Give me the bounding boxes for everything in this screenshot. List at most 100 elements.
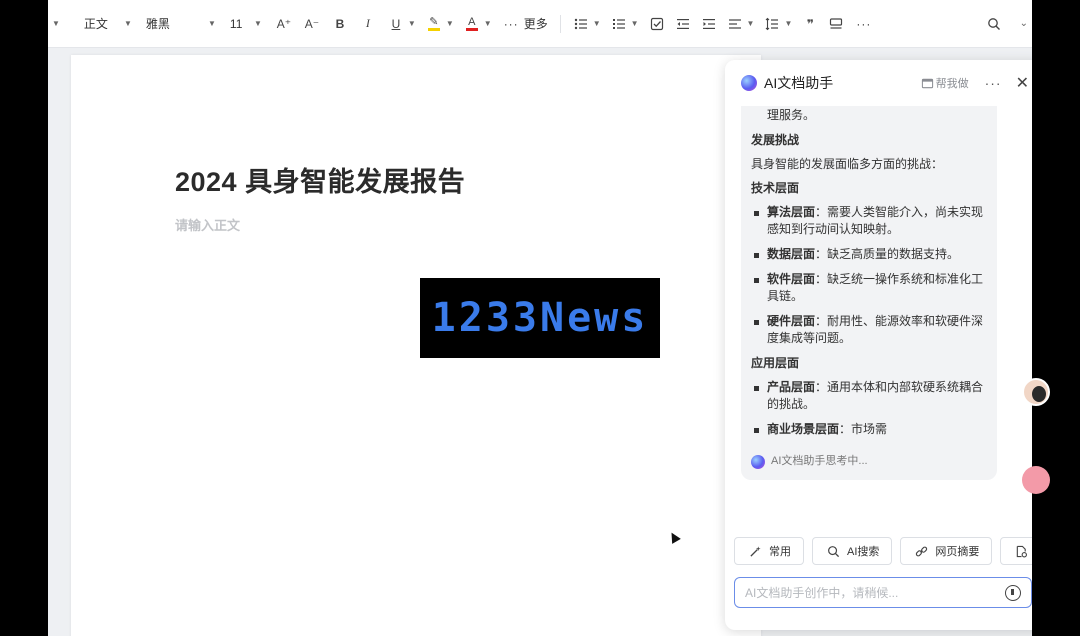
quick-action-chips: 常用 AI搜索 网页摘要 文档 — [734, 537, 1032, 565]
increase-font-button[interactable]: A⁺ — [272, 12, 296, 36]
screen-border-right — [1032, 0, 1080, 636]
thinking-indicator: AI文档助手思考中... — [751, 453, 868, 470]
line-spacing-icon — [764, 16, 780, 32]
checkbox-icon — [649, 16, 665, 32]
italic-icon: I — [365, 16, 370, 30]
chip-label: AI搜索 — [847, 546, 880, 558]
toolbar-left-caret[interactable]: ▼ — [48, 12, 64, 36]
more-button[interactable]: ··· 更多 — [500, 12, 552, 36]
chevron-down-icon: ▼ — [784, 19, 793, 28]
quote-button[interactable]: ❞ — [798, 12, 822, 36]
quote-icon: ❞ — [806, 16, 814, 31]
toolbar-collapse-button[interactable]: ⌄ — [1012, 12, 1032, 36]
bold-button[interactable]: B — [328, 12, 352, 36]
task-list-button[interactable] — [645, 12, 669, 36]
paragraph: 具身智能的发展面临多方面的挑战： — [751, 157, 944, 171]
font-family-label: 雅黑 — [145, 17, 170, 31]
web-summary-chip[interactable]: 网页摘要 — [900, 537, 993, 565]
font-decrease-icon: A⁻ — [304, 16, 320, 31]
toolbar-divider — [559, 14, 561, 33]
list-item-label: 硬件层面 — [767, 314, 816, 328]
font-size-label: 11 — [229, 16, 243, 31]
ai-orb-icon — [751, 454, 765, 469]
list-item: 算法层面：需要人类智能介入，尚未实现感知到行动间认知映射。 — [751, 204, 991, 238]
more-dots-icon: ··· — [503, 16, 519, 31]
paragraph-style-label: 正文 — [83, 17, 108, 31]
chevron-down-icon: ▼ — [445, 19, 454, 28]
underline-icon: U — [391, 16, 401, 31]
panel-title: AI文档助手 — [764, 75, 834, 91]
block-button[interactable] — [824, 12, 848, 36]
more-dots-icon: ··· — [856, 16, 872, 31]
news-watermark-image: 1233News — [420, 278, 660, 358]
highlight-button[interactable]: ✎ ▼ — [422, 12, 458, 36]
outdent-button[interactable] — [671, 12, 695, 36]
underline-button[interactable]: U ▼ — [384, 12, 420, 36]
indent-button[interactable] — [697, 12, 721, 36]
list-item-text: ：市场需 — [839, 422, 888, 436]
align-left-icon — [727, 16, 743, 32]
help-me-do-button[interactable]: 帮我做 — [920, 75, 969, 91]
stop-generation-icon[interactable] — [1005, 584, 1021, 601]
formatting-toolbar: ▼ 正文 ▼ 雅黑 ▼ 11 ▼ A⁺ A⁻ B I U ▼ ✎ ▼ A ▼ ··… — [48, 0, 1032, 48]
thinking-text: AI文档助手思考中... — [771, 455, 868, 467]
section-heading: 技术层面 — [751, 181, 800, 195]
list-item: 商业场景层面：市场需 — [751, 421, 991, 438]
section-heading: 应用层面 — [751, 356, 800, 370]
window-icon — [920, 75, 936, 91]
editor-app: ▼ 正文 ▼ 雅黑 ▼ 11 ▼ A⁺ A⁻ B I U ▼ ✎ ▼ A ▼ ··… — [48, 0, 1032, 636]
list-item: 数据层面：缺乏高质量的数据支持。 — [751, 246, 991, 263]
document-page[interactable]: 2024 具身智能发展报告 请输入正文 1233News — [71, 55, 761, 636]
ai-prompt-input[interactable]: AI文档助手创作中，请稍候... — [734, 577, 1032, 608]
chevron-down-icon: ▼ — [124, 19, 132, 28]
close-icon[interactable]: ✕ — [1016, 73, 1029, 93]
link-icon — [913, 543, 929, 559]
decrease-font-button[interactable]: A⁻ — [300, 12, 324, 36]
floating-action-button[interactable] — [1022, 466, 1050, 494]
list-item-label: 数据层面 — [767, 247, 816, 261]
search-button[interactable] — [982, 12, 1006, 36]
chevron-down-icon: ▼ — [208, 19, 216, 28]
ai-response-content: 应对老龄化问题，提供个性化的康复和护理服务。 发展挑战 具身智能的发展面临多方面… — [751, 96, 991, 446]
align-button[interactable]: ▼ — [723, 12, 759, 36]
line-spacing-button[interactable]: ▼ — [760, 12, 796, 36]
bold-icon: B — [335, 16, 345, 31]
body-placeholder[interactable]: 请输入正文 — [175, 215, 240, 234]
input-placeholder: AI文档助手创作中，请稍候... — [745, 586, 899, 600]
bullet-list-button[interactable]: ▼ — [569, 12, 605, 36]
list-item: 软件层面：缺乏统一操作系统和标准化工具链。 — [751, 271, 991, 305]
chip-label: 常用 — [769, 546, 791, 558]
magic-wand-icon — [747, 543, 763, 559]
font-color-button[interactable]: A ▼ — [460, 12, 496, 36]
list-item-label: 算法层面 — [767, 205, 816, 219]
toolbar-overflow-button[interactable]: ··· — [852, 12, 875, 36]
font-size-select[interactable]: 11 ▼ — [226, 12, 266, 36]
list-item-text: ：缺乏高质量的数据支持。 — [815, 247, 960, 261]
chevron-down-icon: ▼ — [630, 19, 639, 28]
avatar[interactable] — [1022, 378, 1050, 406]
ai-search-chip[interactable]: AI搜索 — [812, 537, 893, 565]
indent-icon — [701, 16, 717, 32]
paragraph-style-select[interactable]: 正文 ▼ — [80, 12, 136, 36]
chevron-down-icon: ▼ — [407, 19, 416, 28]
panel-header: AI文档助手 帮我做 ··· ✕ — [725, 60, 1032, 106]
italic-button[interactable]: I — [356, 12, 380, 36]
font-color-icon: A — [464, 16, 480, 32]
ai-orb-icon — [741, 75, 757, 91]
document-title[interactable]: 2024 具身智能发展报告 — [175, 160, 465, 199]
more-options-icon[interactable]: ··· — [985, 75, 1002, 91]
block-icon — [828, 16, 844, 32]
search-icon — [825, 543, 841, 559]
chevron-down-icon: ▼ — [746, 19, 755, 28]
document-chip[interactable]: 文档 — [1000, 537, 1032, 565]
numbered-list-icon — [611, 16, 627, 32]
chip-label: 网页摘要 — [935, 546, 980, 558]
chevron-down-icon: ▼ — [52, 19, 60, 28]
search-icon — [986, 16, 1002, 32]
common-chip[interactable]: 常用 — [734, 537, 804, 565]
font-family-select[interactable]: 雅黑 ▼ — [142, 12, 220, 36]
list-item-label: 商业场景层面 — [767, 422, 840, 436]
numbered-list-button[interactable]: ▼ — [607, 12, 643, 36]
font-increase-icon: A⁺ — [276, 16, 292, 31]
highlighter-icon: ✎ — [426, 16, 442, 32]
